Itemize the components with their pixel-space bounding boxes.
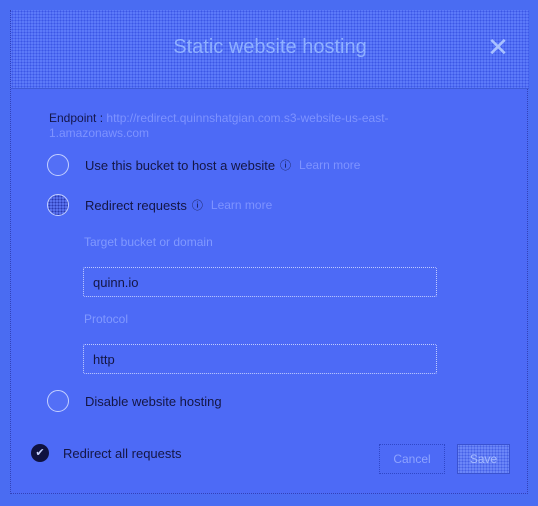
learn-more-link[interactable]: Learn more (299, 158, 360, 172)
disable-hosting-label[interactable]: Disable website hosting (85, 394, 222, 409)
static-website-hosting-dialog: Static website hosting ✕ Endpoint : http… (10, 10, 529, 494)
option-disable-hosting[interactable]: Disable website hosting (47, 390, 222, 412)
endpoint-label: Endpoint : (49, 111, 104, 125)
current-setting-label: Redirect all requests (63, 445, 182, 461)
learn-more-link[interactable]: Learn more (211, 198, 272, 212)
info-icon[interactable]: ⓘ (192, 197, 203, 213)
protocol-input[interactable]: http (83, 344, 437, 374)
redirect-requests-radio[interactable] (47, 194, 69, 216)
host-website-radio[interactable] (47, 154, 69, 176)
save-button[interactable]: Save (457, 444, 510, 474)
disable-hosting-radio[interactable] (47, 390, 69, 412)
target-bucket-label: Target bucket or domain (84, 235, 213, 249)
option-host-website[interactable]: Use this bucket to host a website ⓘ Lear… (47, 154, 360, 176)
cancel-button[interactable]: Cancel (379, 444, 445, 474)
protocol-label: Protocol (84, 312, 129, 326)
redirect-requests-label[interactable]: Redirect requests (85, 198, 187, 213)
endpoint: Endpoint : http://redirect.quinnshatgian… (49, 111, 469, 141)
target-bucket-input[interactable]: quinn.io (83, 267, 437, 297)
close-icon[interactable]: ✕ (485, 34, 511, 60)
dialog-header: Static website hosting ✕ (11, 10, 529, 89)
host-website-label[interactable]: Use this bucket to host a website (85, 158, 275, 173)
option-redirect-requests[interactable]: Redirect requests ⓘ Learn more (47, 194, 272, 216)
current-setting: ✔ Redirect all requests (31, 444, 182, 462)
dialog-title: Static website hosting (173, 36, 367, 58)
check-circle-icon: ✔ (31, 444, 49, 462)
info-icon[interactable]: ⓘ (280, 157, 291, 173)
